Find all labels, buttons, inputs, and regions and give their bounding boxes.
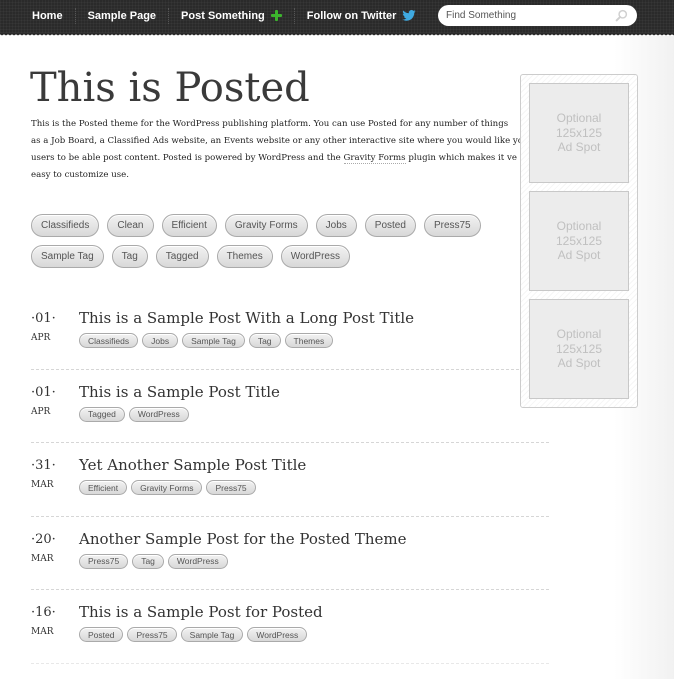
post-item: ·16· MAR This is a Sample Post for Poste… bbox=[31, 590, 549, 664]
post-month: APR bbox=[31, 406, 51, 417]
tag-tagged[interactable]: Tagged bbox=[155, 245, 209, 268]
search-input[interactable] bbox=[446, 10, 606, 21]
page-title: This is Posted bbox=[30, 65, 310, 111]
post-month: APR bbox=[31, 333, 51, 343]
plus-icon bbox=[270, 10, 282, 21]
nav-post-something[interactable]: Post Something bbox=[168, 7, 294, 24]
top-bar: Home Sample Page Post Something Follow o… bbox=[0, 0, 674, 33]
post-tag[interactable]: Posted bbox=[79, 627, 124, 642]
post-item: ·31· MAR Yet Another Sample Post Title E… bbox=[31, 443, 549, 517]
post-month: MAR bbox=[31, 553, 54, 564]
post-tag[interactable]: Efficient bbox=[79, 480, 128, 495]
tag-clean[interactable]: Clean bbox=[107, 214, 154, 237]
tag-cloud: Classifieds Clean Efficient Gravity Form… bbox=[31, 214, 501, 268]
ad-text: Ad Spot bbox=[557, 356, 601, 371]
ad-spot[interactable]: Optional 125x125 Ad Spot bbox=[529, 83, 629, 183]
ad-spot[interactable]: Optional 125x125 Ad Spot bbox=[529, 299, 629, 399]
post-day: ·01· bbox=[31, 384, 56, 400]
post-month: MAR bbox=[31, 480, 54, 490]
post-tag[interactable]: Tagged bbox=[79, 406, 125, 422]
ad-spot[interactable]: Optional 125x125 Ad Spot bbox=[529, 191, 629, 291]
ad-text: Ad Spot bbox=[557, 248, 601, 263]
nav-post-something-label: Post Something bbox=[181, 9, 265, 22]
post-tags: Classifieds Jobs Sample Tag Tag Themes bbox=[79, 333, 334, 348]
tag-posted[interactable]: Posted bbox=[364, 214, 416, 237]
post-day: ·31· bbox=[31, 458, 56, 473]
post-tag[interactable]: Press75 bbox=[127, 627, 177, 642]
main-content: This is Posted This is the Posted theme … bbox=[30, 60, 549, 268]
search-box bbox=[438, 5, 637, 26]
post-day: ·20· bbox=[31, 531, 56, 547]
post-tag[interactable]: Press75 bbox=[79, 553, 129, 569]
ad-text: Optional bbox=[556, 219, 602, 234]
post-item: ·01· APR This is a Sample Post With a Lo… bbox=[31, 296, 549, 370]
tag-sample-tag[interactable]: Sample Tag bbox=[31, 245, 104, 268]
post-tag[interactable]: WordPress bbox=[128, 406, 189, 422]
nav-follow-twitter-label: Follow on Twitter bbox=[306, 9, 397, 22]
post-item: ·20· MAR Another Sample Post for the Pos… bbox=[31, 517, 549, 590]
intro-line-text: users to be able post content. Posted is… bbox=[31, 153, 344, 163]
post-title-link[interactable]: Another Sample Post for the Posted Theme bbox=[79, 530, 407, 548]
topbar-scalloped-edge bbox=[0, 33, 674, 37]
nav-sample-page-label: Sample Page bbox=[87, 9, 157, 22]
post-item: ·01· APR This is a Sample Post Title Tag… bbox=[31, 370, 549, 443]
intro-line: easy to customize use. bbox=[31, 170, 129, 180]
post-day: ·01· bbox=[31, 311, 56, 326]
ad-text: 125x125 bbox=[555, 125, 603, 140]
post-title-link[interactable]: This is a Sample Post for Posted bbox=[79, 603, 323, 621]
tag-jobs[interactable]: Jobs bbox=[315, 214, 357, 237]
intro-text: This is the Posted theme for the WordPre… bbox=[31, 116, 531, 184]
intro-line: This is the Posted theme for the WordPre… bbox=[31, 119, 509, 129]
tag-tag[interactable]: Tag bbox=[111, 245, 148, 268]
post-tags: Press75 Tag WordPress bbox=[79, 553, 228, 569]
tag-press75[interactable]: Press75 bbox=[423, 214, 481, 237]
post-tag[interactable]: Themes bbox=[284, 333, 334, 348]
post-tag[interactable]: Sample Tag bbox=[180, 627, 244, 642]
intro-line: as a Job Board, a Classified Ads website… bbox=[31, 136, 523, 146]
ad-text: Optional bbox=[556, 327, 602, 342]
post-tag[interactable]: Tag bbox=[248, 333, 281, 348]
main-nav: Home Sample Page Post Something Follow o… bbox=[20, 0, 428, 31]
nav-sample-page[interactable]: Sample Page bbox=[74, 7, 168, 24]
ad-text: 125x125 bbox=[555, 233, 603, 248]
intro-line: users to be able post content. Posted is… bbox=[31, 150, 531, 167]
post-tags: Tagged WordPress bbox=[79, 406, 189, 422]
post-tag[interactable]: Sample Tag bbox=[182, 333, 245, 348]
tag-efficient[interactable]: Efficient bbox=[161, 214, 217, 237]
search-icon[interactable] bbox=[615, 9, 628, 22]
tag-wordpress[interactable]: WordPress bbox=[280, 245, 350, 268]
ad-text: 125x125 bbox=[555, 341, 603, 356]
post-tags: Posted Press75 Sample Tag WordPress bbox=[79, 627, 308, 642]
post-title-link[interactable]: Yet Another Sample Post Title bbox=[79, 456, 306, 474]
post-tag[interactable]: Gravity Forms bbox=[131, 480, 203, 495]
post-day: ·16· bbox=[31, 605, 56, 620]
post-title-link[interactable]: This is a Sample Post Title bbox=[79, 383, 280, 401]
nav-home[interactable]: Home bbox=[20, 8, 75, 24]
ad-text: Optional bbox=[556, 111, 602, 126]
post-tag[interactable]: WordPress bbox=[167, 553, 228, 569]
tag-themes[interactable]: Themes bbox=[216, 245, 273, 268]
intro-line-text: plugin which makes it ve bbox=[405, 153, 517, 163]
post-tags: Efficient Gravity Forms Press75 bbox=[79, 480, 256, 495]
nav-follow-twitter[interactable]: Follow on Twitter bbox=[293, 7, 429, 24]
ad-sidebar: Optional 125x125 Ad Spot Optional 125x125 Ad… bbox=[520, 74, 638, 408]
post-title-link[interactable]: This is a Sample Post With a Long Post T… bbox=[79, 309, 414, 327]
post-tag[interactable]: Classifieds bbox=[79, 333, 139, 348]
tag-classifieds[interactable]: Classifieds bbox=[31, 214, 100, 237]
twitter-bird-icon bbox=[402, 10, 417, 21]
post-tag[interactable]: WordPress bbox=[247, 627, 308, 642]
nav-home-label: Home bbox=[32, 9, 63, 22]
tag-gravity-forms[interactable]: Gravity Forms bbox=[224, 214, 308, 237]
post-tag[interactable]: Jobs bbox=[142, 333, 179, 348]
ad-text: Ad Spot bbox=[557, 140, 601, 155]
post-tag[interactable]: Tag bbox=[132, 553, 164, 569]
post-list: ·01· APR This is a Sample Post With a Lo… bbox=[31, 296, 549, 664]
gravity-forms-link[interactable]: Gravity Forms bbox=[343, 153, 406, 164]
post-month: MAR bbox=[31, 627, 54, 637]
post-tag[interactable]: Press75 bbox=[206, 480, 256, 495]
